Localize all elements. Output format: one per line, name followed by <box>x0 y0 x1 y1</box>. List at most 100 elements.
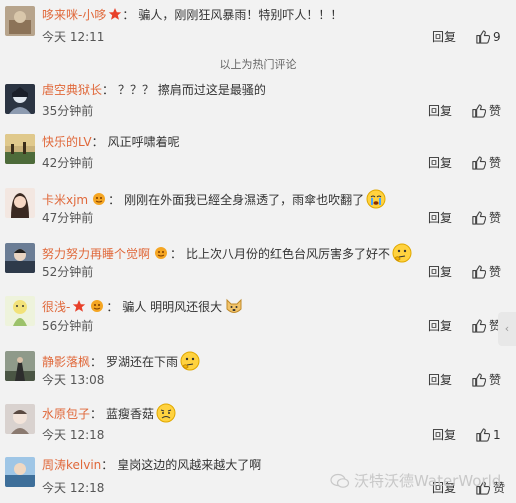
username-link[interactable]: 快乐的LV <box>42 135 92 149</box>
like-button[interactable]: 赞 <box>471 210 501 226</box>
like-count: 9 <box>493 30 501 44</box>
like-button[interactable]: 赞 <box>471 103 501 119</box>
thumbs-up-icon <box>472 373 487 387</box>
avatar[interactable] <box>5 351 35 381</box>
avatar[interactable] <box>5 84 35 114</box>
timestamp: 今天 12:18 <box>42 428 105 442</box>
thinking-emoji-icon <box>392 243 412 263</box>
comment-line: 努力努力再睡个觉啊：比上次八月份的红色台风厉害多了好不 <box>42 243 412 263</box>
thumbs-up-icon <box>472 156 487 170</box>
comment-line: 快乐的LV： 风正呼啸着呢 <box>42 135 180 149</box>
reply-button[interactable]: 回复 <box>432 30 456 44</box>
comment-text: 刚刚在外面我已經全身濕透了，雨傘也吹翻了 <box>124 193 365 207</box>
comment-text: 皇岗这边的风越来越大了啊 <box>117 458 262 472</box>
watermark: 沃特沃德WaterWorld <box>330 470 501 491</box>
vip-badge-icon <box>91 300 104 312</box>
vip-badge-icon <box>155 247 168 259</box>
timestamp: 42分钟前 <box>42 156 94 170</box>
watermark-text: 沃特沃德WaterWorld <box>354 472 502 490</box>
avatar[interactable] <box>5 243 35 273</box>
like-button[interactable]: 9 <box>475 29 501 45</box>
username-link[interactable]: 水原包子 <box>42 407 90 421</box>
comment-text: 比上次八月份的红色台风厉害多了好不 <box>186 247 391 261</box>
comment-item: 努力努力再睡个觉啊：比上次八月份的红色台风厉害多了好不 52分钟前 回复 赞 <box>0 238 516 286</box>
reply-button[interactable]: 回复 <box>428 156 452 170</box>
wechat-icon <box>330 473 350 488</box>
thumbs-up-icon <box>476 428 491 442</box>
username-link[interactable]: 周涛kelvin <box>42 458 101 472</box>
comment-item: 很浅-：骗人 明明风还很大 56分钟前 回复 赞 <box>0 292 516 340</box>
thumbs-up-icon <box>472 104 487 118</box>
timestamp: 今天 13:08 <box>42 373 105 387</box>
comment-line: 静影落枫： 罗湖还在下雨 <box>42 351 200 371</box>
comment-line: 周涛kelvin： 皇岗这边的风越来越大了啊 <box>42 458 262 472</box>
like-button[interactable]: 赞 <box>471 155 501 171</box>
thumbs-up-icon <box>472 211 487 225</box>
username-link[interactable]: 努力努力再睡个觉啊 <box>42 247 150 261</box>
comment-line: 很浅-：骗人 明明风还很大 <box>42 296 244 316</box>
timestamp: 今天 12:11 <box>42 30 105 44</box>
comment-feed: 哆来咪-小哆：骗人，刚刚狂风暴雨！特别吓人！！！ 今天 12:11 回复 9 以… <box>0 0 516 503</box>
vip-star-icon <box>109 8 122 20</box>
comment-item: 水原包子： 蓝瘦香菇 今天 12:18 回复 1 <box>0 398 516 448</box>
reply-button[interactable]: 回复 <box>428 211 452 225</box>
vip-badge-icon <box>93 193 106 205</box>
avatar[interactable] <box>5 457 35 487</box>
avatar[interactable] <box>5 188 35 218</box>
reply-button[interactable]: 回复 <box>432 428 456 442</box>
comment-text: 蓝瘦香菇 <box>106 407 155 421</box>
thumbs-up-icon <box>472 319 487 333</box>
thumbs-up-icon <box>476 30 491 44</box>
reply-button[interactable]: 回复 <box>428 265 452 279</box>
side-panel-handle[interactable]: ‹ <box>498 312 516 346</box>
avatar[interactable] <box>5 404 35 434</box>
like-button[interactable]: 赞 <box>471 264 501 280</box>
username-link[interactable]: 静影落枫 <box>42 355 90 369</box>
like-button[interactable]: 赞 <box>471 372 501 388</box>
comment-item: 哆来咪-小哆：骗人，刚刚狂风暴雨！特别吓人！！！ 今天 12:11 回复 9 <box>0 0 516 46</box>
comment-text: ？？？ 擦肩而过这是最骚的 <box>118 83 266 97</box>
timestamp: 52分钟前 <box>42 265 94 279</box>
username-link[interactable]: 哆来咪-小哆 <box>42 8 106 22</box>
sad-emoji-icon <box>156 403 176 423</box>
avatar[interactable] <box>5 296 35 326</box>
comment-line: 虐空典狱长：？？？ 擦肩而过这是最骚的 <box>42 83 266 97</box>
comment-item: 卡米xjm：刚刚在外面我已經全身濕透了，雨傘也吹翻了 47分钟前 回复 赞 <box>0 184 516 232</box>
comment-line: 哆来咪-小哆：骗人，刚刚狂风暴雨！特别吓人！！！ <box>42 8 343 22</box>
like-count: 赞 <box>489 156 502 170</box>
comment-item: 虐空典狱长：？？？ 擦肩而过这是最骚的 35分钟前 回复 赞 <box>0 78 516 124</box>
reply-button[interactable]: 回复 <box>428 319 452 333</box>
username-link[interactable]: 虐空典狱长 <box>42 83 102 97</box>
username-link[interactable]: 卡米xjm <box>42 193 88 207</box>
hot-comments-separator: 以上为热门评论 <box>219 58 297 71</box>
comment-item: 快乐的LV： 风正呼啸着呢 42分钟前 回复 赞 <box>0 128 516 176</box>
avatar[interactable] <box>5 6 35 36</box>
comment-line: 水原包子： 蓝瘦香菇 <box>42 403 176 423</box>
like-button[interactable]: 1 <box>475 427 501 443</box>
timestamp: 47分钟前 <box>42 211 94 225</box>
like-count: 1 <box>493 428 501 442</box>
avatar[interactable] <box>5 134 35 164</box>
comment-text: 罗湖还在下雨 <box>106 355 179 369</box>
thumbs-up-icon <box>472 265 487 279</box>
crying-emoji-icon <box>366 189 386 209</box>
comment-line: 卡米xjm：刚刚在外面我已經全身濕透了，雨傘也吹翻了 <box>42 189 386 209</box>
timestamp: 56分钟前 <box>42 319 94 333</box>
like-count: 赞 <box>489 265 502 279</box>
comment-item: 静影落枫： 罗湖还在下雨 今天 13:08 回复 赞 <box>0 346 516 394</box>
vip-star-icon <box>73 300 86 312</box>
comment-text: 风正呼啸着呢 <box>107 135 180 149</box>
timestamp: 35分钟前 <box>42 104 94 118</box>
like-count: 赞 <box>489 211 502 225</box>
reply-button[interactable]: 回复 <box>428 104 452 118</box>
like-button[interactable]: 赞 <box>471 318 501 334</box>
like-count: 赞 <box>489 104 502 118</box>
reply-button[interactable]: 回复 <box>428 373 452 387</box>
username-link[interactable]: 很浅- <box>42 300 70 314</box>
thinking-emoji-icon <box>180 351 200 371</box>
comment-text: 骗人 明明风还很大 <box>122 300 223 314</box>
comment-text: 骗人，刚刚狂风暴雨！特别吓人！！！ <box>138 8 343 22</box>
like-count: 赞 <box>489 373 502 387</box>
timestamp: 今天 12:18 <box>42 481 105 495</box>
doge-emoji-icon <box>226 298 242 313</box>
